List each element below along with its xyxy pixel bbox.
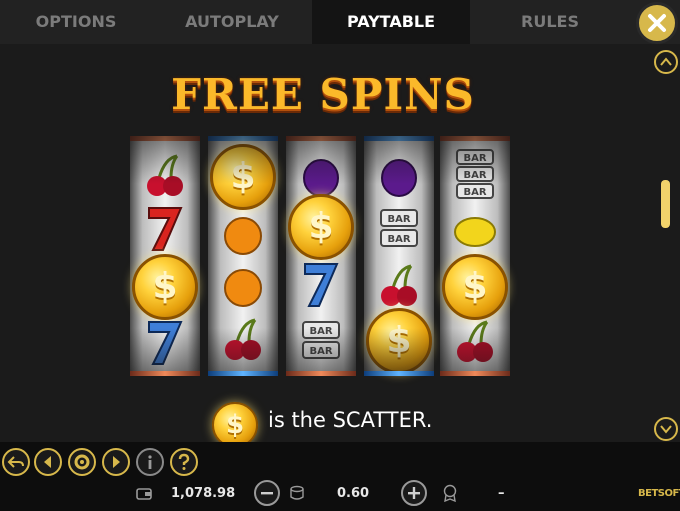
chevron-up-icon bbox=[660, 57, 672, 66]
info-button[interactable] bbox=[136, 448, 164, 476]
settings-button[interactable] bbox=[68, 448, 96, 476]
tab-options[interactable]: OPTIONS bbox=[20, 0, 132, 44]
minus-icon bbox=[261, 492, 273, 495]
win-badge-icon bbox=[443, 484, 457, 502]
coins-stack-icon bbox=[290, 485, 304, 500]
reel-1 bbox=[130, 136, 200, 376]
help-button[interactable] bbox=[170, 448, 198, 476]
reel-5: BARBARBAR bbox=[440, 136, 510, 376]
back-button[interactable] bbox=[2, 448, 30, 476]
info-icon bbox=[148, 455, 152, 469]
balance-value: 1,078.98 bbox=[171, 486, 236, 501]
paytable-content: FREE SPINS $ $ $ $ $ $ is the SCATTER. bbox=[0, 44, 680, 448]
bet-value: 0.60 bbox=[337, 486, 370, 501]
reel-4: BARBAR bbox=[364, 136, 434, 376]
tab-paytable[interactable]: PAYTABLE bbox=[312, 0, 470, 44]
help-icon bbox=[178, 453, 190, 470]
next-button[interactable] bbox=[102, 448, 130, 476]
wallet-icon bbox=[136, 488, 152, 500]
reel-shade bbox=[286, 136, 356, 376]
win-value: – bbox=[498, 486, 505, 501]
top-tab-bar: OPTIONS AUTOPLAY PAYTABLE RULES bbox=[0, 0, 680, 44]
reel-shade bbox=[208, 136, 278, 376]
reel-shade bbox=[364, 136, 434, 376]
reel-3: BARBAR bbox=[286, 136, 356, 376]
close-button[interactable] bbox=[636, 2, 678, 44]
tab-autoplay[interactable]: AUTOPLAY bbox=[172, 0, 292, 44]
reels-illustration: BARBAR BARBAR BARBARBAR bbox=[130, 136, 510, 376]
decrease-bet-button[interactable] bbox=[254, 480, 280, 506]
plus-icon bbox=[408, 487, 420, 499]
back-arrow-icon bbox=[7, 456, 24, 468]
betsoft-logo: BETSOFT bbox=[638, 488, 680, 499]
reel-2 bbox=[208, 136, 278, 376]
scroll-up-button[interactable] bbox=[654, 50, 678, 74]
reel-shade bbox=[440, 136, 510, 376]
previous-icon bbox=[44, 456, 51, 468]
chevron-down-icon bbox=[660, 425, 672, 434]
scatter-text: is the SCATTER. bbox=[268, 408, 433, 432]
increase-bet-button[interactable] bbox=[401, 480, 427, 506]
scroll-down-button[interactable] bbox=[654, 417, 678, 441]
tab-rules[interactable]: RULES bbox=[496, 0, 604, 44]
settings-icon bbox=[74, 454, 90, 470]
next-icon bbox=[113, 456, 120, 468]
reel-shade bbox=[130, 136, 200, 376]
close-icon bbox=[648, 14, 666, 32]
page-title: FREE SPINS bbox=[171, 70, 475, 119]
previous-button[interactable] bbox=[34, 448, 62, 476]
scrollbar-thumb[interactable] bbox=[661, 180, 670, 228]
